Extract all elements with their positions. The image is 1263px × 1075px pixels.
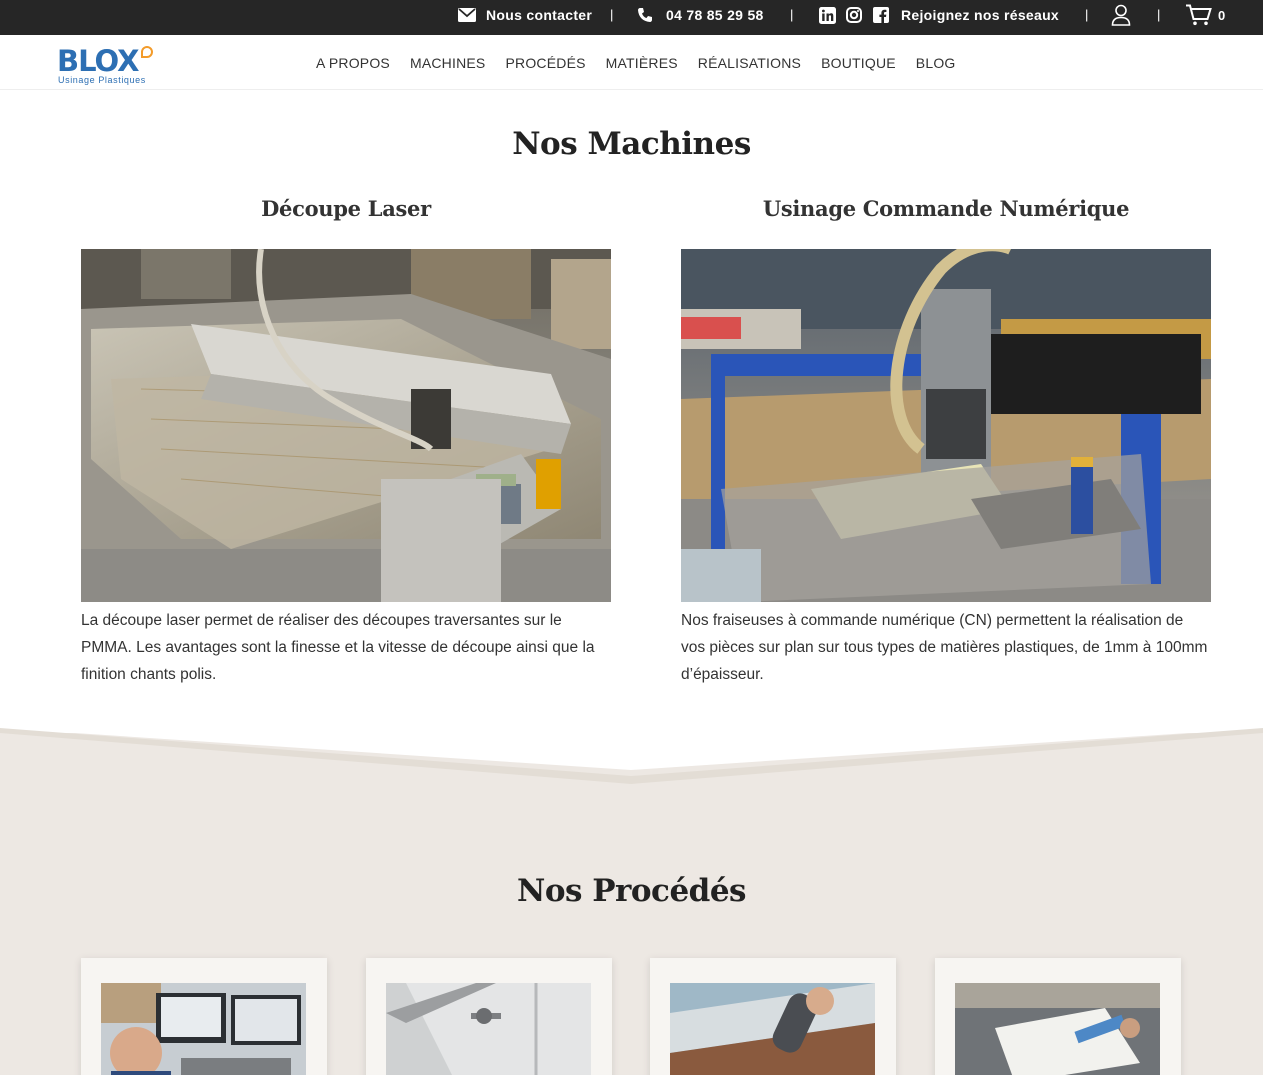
procede-card-photo [955,983,1160,1075]
nav-item-a-propos[interactable]: A PROPOS [316,55,390,71]
machine-desc-cnc: Nos fraiseuses à commande numérique (CN)… [681,612,1208,683]
procede-card[interactable] [81,958,327,1075]
procede-card[interactable] [366,958,612,1075]
envelope-icon [458,8,476,22]
logo-tagline: Usinage Plastiques [58,75,146,85]
machines-title: Nos Machines [512,126,751,162]
logo-brand: BLOX [57,44,140,78]
site-logo[interactable]: BLOX Usinage Plastiques [57,44,157,86]
nav-item-blog[interactable]: BLOG [916,55,956,71]
user-icon [1111,4,1131,26]
phone-link[interactable]: 04 78 85 29 58 [637,0,764,30]
instagram-icon[interactable] [846,7,862,23]
account-link[interactable] [1111,0,1131,30]
contact-link[interactable]: Nous contacter [458,0,592,30]
top-bar: Nous contacter | 04 78 85 29 58 | Rejoig… [0,0,1263,35]
nav-item-machines[interactable]: MACHINES [410,55,486,71]
social-label: Rejoignez nos réseaux [901,7,1060,23]
procedes-title: Nos Procédés [516,873,747,909]
nav-item-matieres[interactable]: MATIÈRES [606,55,678,71]
machine-desc-laser: La découpe laser permet de réaliser des … [81,612,595,683]
nav-item-realisations[interactable]: RÉALISATIONS [698,55,801,71]
cart-link[interactable]: 0 [1185,0,1226,30]
cnc-machine-photo [681,249,1211,602]
procede-card-photo [101,983,306,1075]
facebook-icon[interactable] [873,7,889,23]
machine-title-laser: Découpe Laser [261,196,431,221]
separator: | [610,7,614,22]
procede-card-photo [670,983,875,1075]
phone-icon [637,7,653,23]
linkedin-icon[interactable] [819,6,836,24]
cart-icon [1185,4,1212,26]
social-links: Rejoignez nos réseaux [819,0,1059,30]
laser-machine-photo [81,249,611,602]
nav-item-procedes[interactable]: PROCÉDÉS [505,55,585,71]
phone-number: 04 78 85 29 58 [666,7,764,23]
separator: | [790,7,794,22]
logo-accent-icon [141,46,153,58]
procede-card[interactable] [650,958,896,1075]
section-divider [0,728,1263,786]
machine-title-cnc: Usinage Commande Numérique [762,196,1130,221]
cart-count: 0 [1218,7,1226,23]
main-header: BLOX Usinage Plastiques A PROPOS MACHINE… [0,35,1263,90]
contact-label: Nous contacter [486,7,593,23]
procede-card[interactable] [935,958,1181,1075]
main-nav: A PROPOS MACHINES PROCÉDÉS MATIÈRES RÉAL… [316,55,956,71]
separator: | [1157,7,1161,22]
separator: | [1085,7,1089,22]
nav-item-boutique[interactable]: BOUTIQUE [821,55,896,71]
procede-card-photo [386,983,591,1075]
